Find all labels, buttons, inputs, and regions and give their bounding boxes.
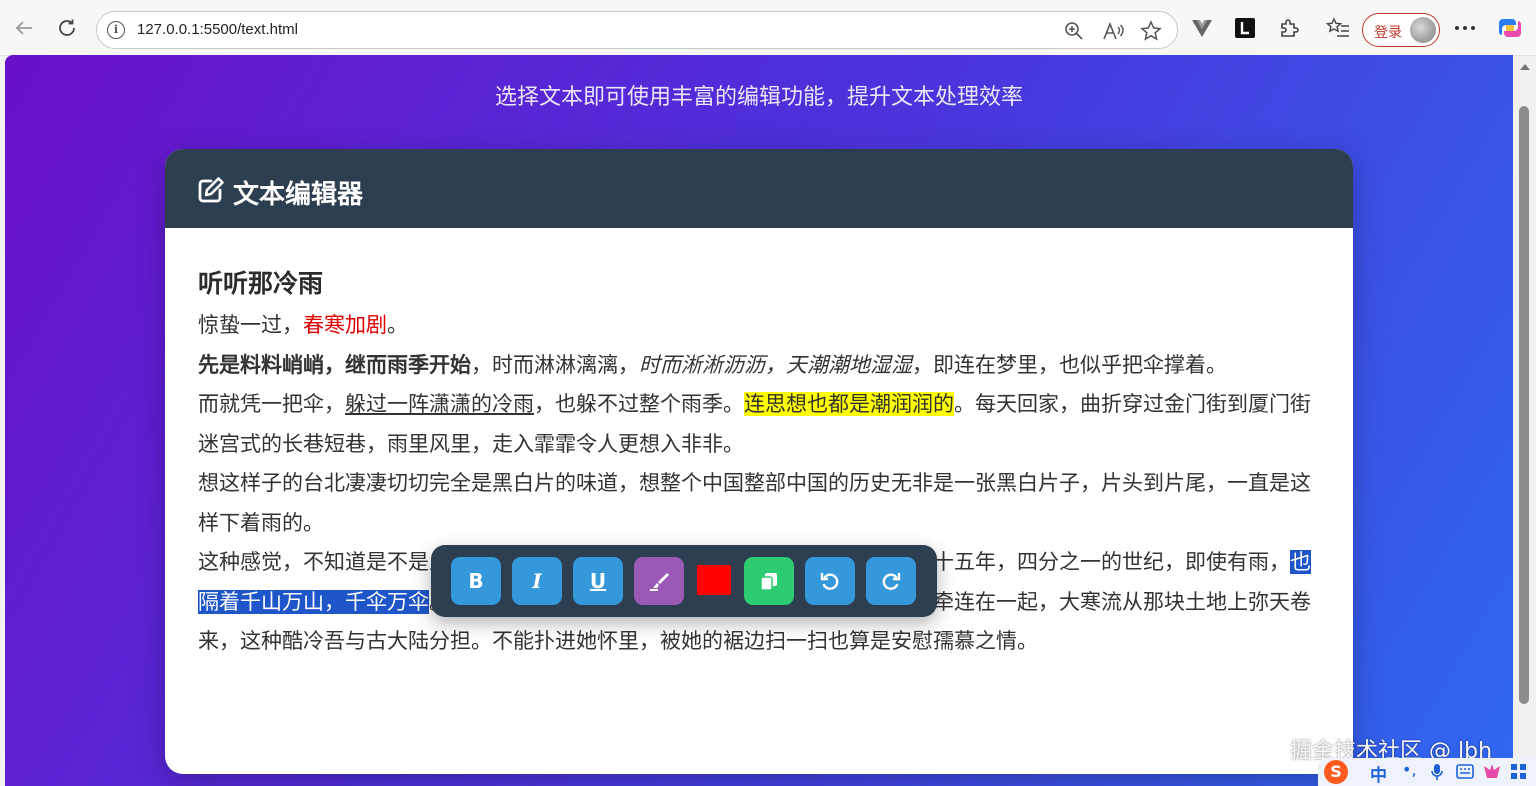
copy-icon: [760, 573, 777, 591]
sogou-logo-icon[interactable]: S: [1324, 760, 1348, 784]
editor-card: 文本编辑器 听听那冷雨 惊蛰一过，春寒加剧。 先是料料峭峭，继而雨季开始，时而淋…: [165, 149, 1353, 774]
extension-l-icon[interactable]: [1233, 16, 1257, 40]
italic-text-span[interactable]: 时而淅淅沥沥，天潮潮地湿湿: [639, 353, 912, 377]
extensions-puzzle-icon[interactable]: [1277, 16, 1301, 40]
underline-label: U: [589, 569, 607, 593]
italic-label: I: [532, 569, 542, 593]
content-heading[interactable]: 听听那冷雨: [198, 264, 1323, 304]
undo-button[interactable]: [805, 557, 855, 605]
bold-text-span[interactable]: 先是料料峭峭，继而雨季开始: [198, 353, 471, 377]
highlighter-icon: [650, 573, 669, 591]
underlined-text-span[interactable]: 躲过一阵潇潇的冷雨: [345, 392, 534, 416]
site-info-icon[interactable]: i: [107, 21, 125, 39]
zoom-icon[interactable]: [1063, 20, 1085, 42]
avatar: [1410, 17, 1436, 43]
skin-icon[interactable]: [1482, 762, 1502, 782]
browser-toolbar: i 127.0.0.1:5500/text.html 登录: [0, 0, 1536, 56]
page-background: 选择文本即可使用丰富的编辑功能，提升文本处理效率 文本编辑器 听听那冷雨 惊蛰一…: [5, 55, 1513, 786]
ime-status-bar[interactable]: S 中 •,: [1318, 758, 1536, 786]
vue-devtools-icon[interactable]: [1190, 16, 1214, 40]
text-span[interactable]: ，时而淋淋漓漓，: [471, 353, 639, 377]
paragraph-1[interactable]: 惊蛰一过，春寒加剧。: [198, 306, 1323, 346]
redo-icon: [882, 573, 901, 590]
login-button[interactable]: 登录: [1362, 13, 1440, 47]
paragraph-4[interactable]: 想这样子的台北凄凄切切完全是黑白片的味道，想整个中国整部中国的历史无非是一张黑白…: [198, 464, 1323, 543]
editor-title: 文本编辑器: [233, 180, 364, 210]
back-arrow-icon[interactable]: [10, 14, 38, 42]
more-menu-icon[interactable]: [1453, 16, 1477, 40]
favorites-list-icon[interactable]: [1326, 16, 1350, 40]
keyboard-icon[interactable]: [1456, 764, 1474, 779]
red-text-span[interactable]: 春寒加剧: [303, 313, 387, 337]
page-scrollbar[interactable]: [1513, 56, 1536, 786]
underline-button[interactable]: U: [573, 557, 623, 605]
text-span[interactable]: 而就凭一把伞，: [198, 392, 345, 416]
paragraph-3[interactable]: 而就凭一把伞，躲过一阵潇潇的冷雨，也躲不过整个雨季。连思想也都是潮润润的。每天回…: [198, 385, 1323, 464]
text-span[interactable]: 惊蛰一过，: [198, 313, 303, 337]
italic-button[interactable]: I: [512, 557, 562, 605]
bold-button[interactable]: B: [451, 557, 501, 605]
ime-punctuation-indicator[interactable]: •,: [1402, 760, 1417, 779]
text-span[interactable]: ，即连在梦里，也似乎把伞撑着。: [912, 353, 1227, 377]
copilot-icon[interactable]: [1497, 15, 1523, 41]
floating-format-toolbar: B I U: [431, 545, 937, 617]
ime-mode-indicator[interactable]: 中: [1370, 761, 1387, 786]
edit-icon: [198, 177, 224, 203]
microphone-icon[interactable]: [1430, 763, 1444, 781]
highlighted-text-span[interactable]: 连思想也都是潮润润的: [744, 392, 954, 416]
text-span[interactable]: ，也躲不过整个雨季。: [534, 392, 744, 416]
refresh-icon[interactable]: [53, 14, 81, 42]
redo-button[interactable]: [866, 557, 916, 605]
editor-header: 文本编辑器: [165, 149, 1353, 228]
text-color-picker[interactable]: [697, 565, 731, 595]
scrollbar-thumb[interactable]: [1519, 106, 1529, 704]
url-text[interactable]: 127.0.0.1:5500/text.html: [137, 21, 298, 38]
page-subtitle: 选择文本即可使用丰富的编辑功能，提升文本处理效率: [494, 85, 1023, 110]
scroll-up-arrow-icon[interactable]: [1520, 64, 1530, 70]
highlight-button[interactable]: [634, 557, 684, 605]
favorite-star-icon[interactable]: [1140, 20, 1162, 42]
read-aloud-icon[interactable]: [1102, 20, 1124, 42]
copy-button[interactable]: [744, 557, 794, 605]
login-label: 登录: [1374, 25, 1402, 41]
bold-label: B: [468, 569, 484, 593]
toolbox-grid-icon[interactable]: [1510, 763, 1528, 781]
address-bar[interactable]: i 127.0.0.1:5500/text.html: [96, 11, 1178, 49]
paragraph-2[interactable]: 先是料料峭峭，继而雨季开始，时而淋淋漓漓，时而淅淅沥沥，天潮潮地湿湿，即连在梦里…: [198, 346, 1323, 386]
undo-icon: [820, 573, 839, 590]
text-span[interactable]: 。: [387, 313, 408, 337]
